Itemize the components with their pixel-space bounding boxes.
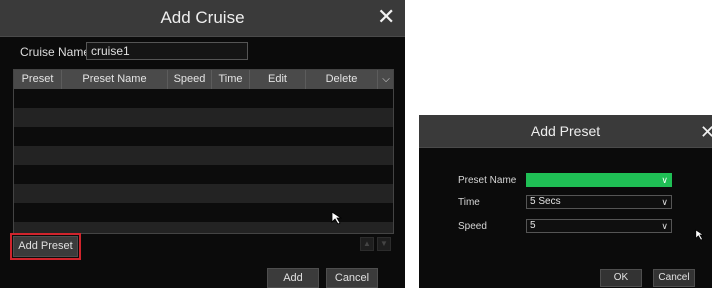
add-preset-dialog: Add Preset ✕ Preset Name ∨ Time 5 Secs ∨… (419, 115, 712, 288)
mouse-cursor-icon (331, 211, 343, 225)
column-header-preset: Preset (14, 70, 62, 89)
speed-value: 5 (530, 220, 536, 231)
preset-name-select[interactable]: ∨ (526, 173, 672, 187)
arrow-up-icon[interactable]: ▲ (360, 237, 374, 251)
add-cruise-title: Add Cruise (160, 8, 245, 27)
column-header-time: Time (212, 70, 250, 89)
table-row (14, 127, 393, 146)
cruise-name-label: Cruise Name (20, 45, 91, 59)
cancel-button[interactable]: Cancel (653, 269, 695, 287)
add-button[interactable]: Add (267, 268, 319, 288)
close-icon[interactable]: ✕ (377, 6, 395, 28)
table-row (14, 184, 393, 203)
table-row (14, 165, 393, 184)
ok-button[interactable]: OK (600, 269, 642, 287)
cruise-name-input[interactable] (86, 42, 248, 60)
chevron-down-icon: ∨ (661, 197, 668, 207)
preset-name-label: Preset Name (458, 175, 517, 186)
speed-select[interactable]: 5 ∨ (526, 219, 672, 233)
chevron-down-icon: ∨ (661, 175, 668, 185)
table-row (14, 89, 393, 108)
add-cruise-titlebar: Add Cruise ✕ (0, 0, 405, 37)
table-header: Preset Preset Name Speed Time Edit Delet… (14, 70, 393, 89)
time-label: Time (458, 197, 480, 208)
time-select[interactable]: 5 Secs ∨ (526, 195, 672, 209)
chevron-down-icon[interactable]: ⌵ (378, 70, 393, 89)
close-icon[interactable]: ✕ (700, 121, 712, 143)
add-preset-title: Add Preset (530, 123, 601, 139)
add-preset-titlebar: Add Preset ✕ (419, 115, 712, 148)
cancel-button[interactable]: Cancel (326, 268, 378, 288)
column-header-delete: Delete (306, 70, 378, 89)
table-row (14, 108, 393, 127)
chevron-down-icon: ∨ (661, 221, 668, 231)
column-header-preset-name: Preset Name (62, 70, 168, 89)
speed-label: Speed (458, 221, 487, 232)
column-header-edit: Edit (250, 70, 306, 89)
mouse-cursor-icon (695, 229, 705, 241)
arrow-down-icon[interactable]: ▼ (377, 237, 391, 251)
add-cruise-dialog: Add Cruise ✕ Cruise Name Preset Preset N… (0, 0, 405, 288)
add-preset-button[interactable]: Add Preset (13, 236, 78, 257)
table-row (14, 146, 393, 165)
time-value: 5 Secs (530, 196, 561, 207)
column-header-speed: Speed (168, 70, 212, 89)
preset-table: Preset Preset Name Speed Time Edit Delet… (13, 69, 394, 234)
